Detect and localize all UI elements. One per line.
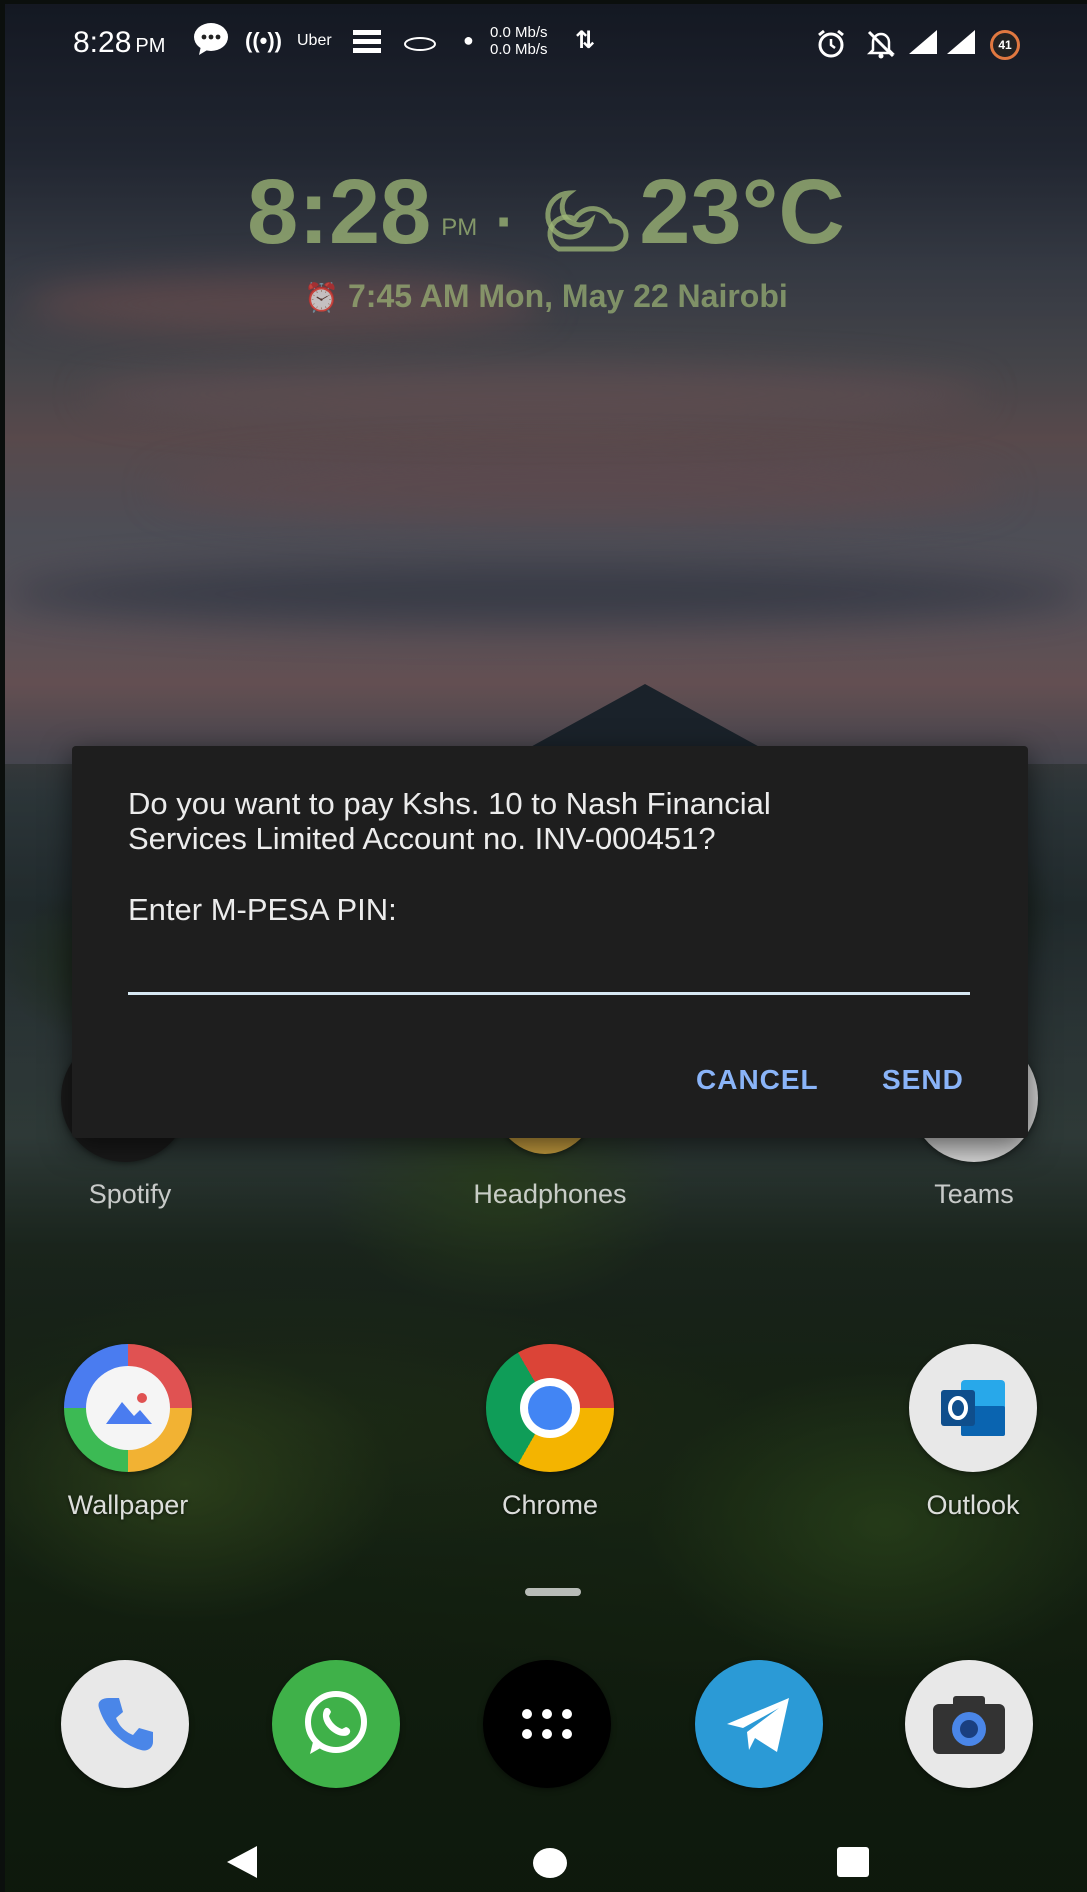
notifications-off-icon bbox=[865, 28, 897, 66]
cancel-button[interactable]: CANCEL bbox=[696, 1064, 819, 1096]
equal-app-icon bbox=[351, 28, 383, 60]
telegram-icon[interactable] bbox=[695, 1660, 823, 1788]
chrome-icon bbox=[486, 1344, 614, 1472]
camera-icon[interactable] bbox=[905, 1660, 1033, 1788]
data-arrows-icon: ⇅ bbox=[575, 27, 596, 54]
whatsapp-icon[interactable] bbox=[272, 1660, 400, 1788]
status-time-value: 8:28 bbox=[73, 26, 132, 59]
recents-icon[interactable] bbox=[837, 1847, 869, 1877]
app-label-outlook: Outlook bbox=[926, 1490, 1020, 1520]
falcon-icon bbox=[403, 32, 437, 58]
widget-subline: 7:45 AM Mon, May 22 Nairobi bbox=[347, 278, 788, 314]
signal-icon bbox=[907, 28, 939, 62]
wallpaper-icon bbox=[64, 1344, 192, 1472]
widget-ampm: PM bbox=[441, 214, 478, 241]
outlook-icon bbox=[909, 1344, 1037, 1472]
app-chrome[interactable]: Chrome bbox=[450, 1344, 650, 1521]
app-drawer-handle[interactable] bbox=[525, 1588, 581, 1596]
app-label-spotify[interactable]: Spotify bbox=[10, 1179, 250, 1210]
app-label-headphones[interactable]: Headphones bbox=[430, 1179, 670, 1210]
app-label-wallpaper: Wallpaper bbox=[67, 1490, 189, 1520]
hotspot-icon: ((•)) bbox=[245, 28, 283, 53]
alarm-icon bbox=[815, 28, 847, 66]
alarm-icon: ⏰ bbox=[304, 282, 340, 313]
back-icon[interactable] bbox=[227, 1846, 257, 1878]
send-button[interactable]: SEND bbox=[882, 1064, 964, 1096]
net-up: 0.0 Mb/s bbox=[490, 24, 548, 41]
dot-icon: ● bbox=[463, 30, 474, 50]
navigation-bar bbox=[5, 1824, 1087, 1892]
status-ampm: PM bbox=[135, 35, 166, 57]
status-bar: 8:28PM ((•)) Uber ● 0.0 Mb/s 0.0 Mb/s ⇅ bbox=[5, 4, 1087, 84]
signal-icon-2 bbox=[945, 28, 977, 62]
battery-icon: 41 bbox=[990, 30, 1020, 60]
phone-screen: 8:28PM ((•)) Uber ● 0.0 Mb/s 0.0 Mb/s ⇅ bbox=[0, 0, 1087, 1892]
widget-separator: · bbox=[495, 188, 516, 255]
home-icon[interactable] bbox=[533, 1848, 567, 1878]
status-time: 8:28 PM bbox=[73, 26, 165, 60]
mpesa-pin-dialog: Do you want to pay Kshs. 10 to Nash Fina… bbox=[72, 746, 1028, 1138]
dialog-message: Do you want to pay Kshs. 10 to Nash Fina… bbox=[128, 786, 771, 856]
pin-input[interactable] bbox=[128, 942, 970, 995]
app-wallpaper[interactable]: Wallpaper bbox=[28, 1344, 228, 1521]
phone-icon[interactable] bbox=[61, 1660, 189, 1788]
widget-temperature: 23°C bbox=[639, 161, 845, 263]
clock-weather-widget[interactable]: 8:28 PM · 23°C ⏰ 7:45 AM Mon, May 22 Nai… bbox=[5, 164, 1087, 315]
network-speed: 0.0 Mb/s 0.0 Mb/s bbox=[490, 24, 548, 58]
uber-icon: Uber bbox=[297, 32, 332, 49]
app-drawer-icon[interactable] bbox=[483, 1660, 611, 1788]
widget-time: 8:28 bbox=[247, 161, 432, 263]
app-outlook[interactable]: Outlook bbox=[873, 1344, 1073, 1521]
partly-cloudy-night-icon bbox=[533, 178, 629, 274]
dialog-prompt: Enter M-PESA PIN: bbox=[128, 892, 397, 927]
home-screen: 8:28PM ((•)) Uber ● 0.0 Mb/s 0.0 Mb/s ⇅ bbox=[5, 4, 1087, 1892]
net-down: 0.0 Mb/s bbox=[490, 41, 548, 58]
app-label-teams[interactable]: Teams bbox=[854, 1179, 1087, 1210]
chat-bubble-icon bbox=[193, 22, 229, 62]
app-label-chrome: Chrome bbox=[501, 1490, 599, 1520]
